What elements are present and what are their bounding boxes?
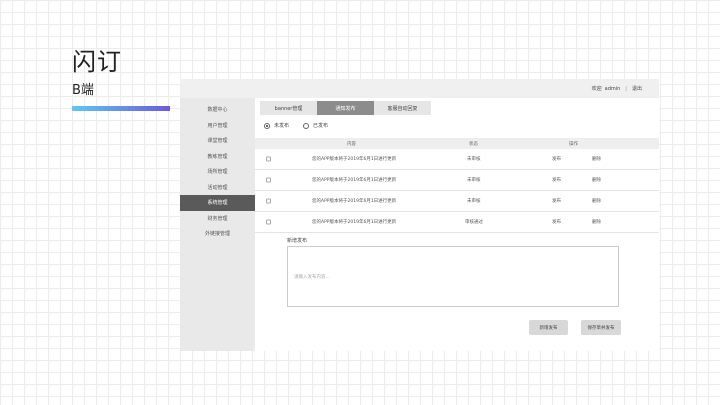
- sidebar-item-coaches[interactable]: 教练管理: [180, 149, 255, 165]
- row-checkbox[interactable]: [266, 198, 271, 204]
- radio-unpublished-label: 未发布: [274, 123, 290, 129]
- table-row: 您的APP版本将于2019年6月1日进行更新 未审核 发布 删除: [255, 170, 659, 191]
- add-publish-button[interactable]: 新增发布: [529, 320, 568, 335]
- row-status: 审核通过: [465, 220, 483, 225]
- delete-link[interactable]: 删除: [592, 156, 601, 162]
- radio-published-label: 已发布: [313, 123, 329, 129]
- publish-link[interactable]: 发布: [552, 198, 561, 204]
- delete-link[interactable]: 删除: [592, 177, 601, 183]
- topbar-separator: |: [625, 85, 627, 92]
- username: admin: [604, 85, 621, 92]
- tab-bar: banner管理 通知发布 客服自动回复: [260, 101, 431, 115]
- radio-published[interactable]: 已发布: [303, 122, 328, 129]
- slide-subtitle: B端: [72, 83, 94, 98]
- table-header: 内容 状态 操作: [255, 138, 659, 149]
- tab-banner[interactable]: banner管理: [260, 101, 317, 115]
- row-content: 您的APP版本将于2019年6月1日进行更新: [312, 199, 397, 204]
- row-status: 未审核: [467, 157, 481, 162]
- admin-app-window: 欢迎 admin | 退出 数据中心 用户管理 课堂管理 教练管理 场所管理 活…: [180, 79, 659, 351]
- sidebar-item-finance[interactable]: 财务管理: [180, 211, 255, 227]
- compose-placeholder: 请输入发布内容...: [294, 275, 330, 280]
- accent-bar: [72, 106, 170, 111]
- main-content: banner管理 通知发布 客服自动回复 未发布 已发布 内容 状态 操作 您的…: [255, 98, 659, 351]
- publish-link[interactable]: 发布: [552, 177, 561, 183]
- compose-label: 新增发布: [287, 238, 308, 244]
- sidebar-item-users[interactable]: 用户管理: [180, 118, 255, 134]
- tab-auto-reply[interactable]: 客服自动回复: [374, 101, 431, 115]
- notification-table: 内容 状态 操作 您的APP版本将于2019年6月1日进行更新 未审核 发布 删…: [255, 138, 659, 233]
- topbar: 欢迎 admin | 退出: [180, 79, 659, 98]
- table-row: 您的APP版本将于2019年6月1日进行更新 审核通过 发布 删除: [255, 212, 659, 233]
- row-status: 未审核: [467, 199, 481, 204]
- sidebar-item-system[interactable]: 系统管理: [180, 195, 255, 211]
- slide-title: 闪订: [72, 48, 122, 76]
- sidebar-item-venues[interactable]: 场所管理: [180, 164, 255, 180]
- logout-link[interactable]: 退出: [632, 85, 642, 92]
- row-content: 您的APP版本将于2019年6月1日进行更新: [312, 220, 397, 225]
- delete-link[interactable]: 删除: [592, 219, 601, 225]
- header-action: 操作: [569, 141, 578, 147]
- table-row: 您的APP版本将于2019年6月1日进行更新 未审核 发布 删除: [255, 149, 659, 170]
- sidebar-item-activities[interactable]: 活动管理: [180, 180, 255, 196]
- sidebar-item-classes[interactable]: 课堂管理: [180, 133, 255, 149]
- header-content: 内容: [347, 141, 356, 147]
- publish-link[interactable]: 发布: [552, 156, 561, 162]
- row-checkbox[interactable]: [266, 156, 271, 162]
- row-checkbox[interactable]: [266, 219, 271, 225]
- radio-selected-icon[interactable]: [264, 122, 270, 129]
- publish-link[interactable]: 发布: [552, 219, 561, 225]
- tab-notifications[interactable]: 通知发布: [317, 101, 374, 115]
- sidebar-item-data-center[interactable]: 数据中心: [180, 102, 255, 118]
- status-filter: 未发布 已发布: [264, 122, 328, 129]
- delete-link[interactable]: 删除: [592, 198, 601, 204]
- save-and-publish-button[interactable]: 保存草并发布: [581, 320, 621, 335]
- sidebar: 数据中心 用户管理 课堂管理 教练管理 场所管理 活动管理 系统管理 财务管理 …: [180, 98, 255, 351]
- compose-textarea[interactable]: 请输入发布内容...: [287, 246, 619, 307]
- row-content: 您的APP版本将于2019年6月1日进行更新: [312, 178, 397, 183]
- welcome-text: 欢迎: [591, 86, 602, 92]
- table-row: 您的APP版本将于2019年6月1日进行更新 未审核 发布 删除: [255, 191, 659, 212]
- row-checkbox[interactable]: [266, 177, 271, 183]
- row-status: 未审核: [467, 178, 481, 183]
- row-content: 您的APP版本将于2019年6月1日进行更新: [312, 157, 397, 162]
- radio-unpublished[interactable]: 未发布: [264, 122, 289, 129]
- header-status: 状态: [469, 141, 478, 147]
- sidebar-item-external-links[interactable]: 外链接管理: [180, 226, 255, 242]
- radio-unselected-icon[interactable]: [303, 122, 310, 129]
